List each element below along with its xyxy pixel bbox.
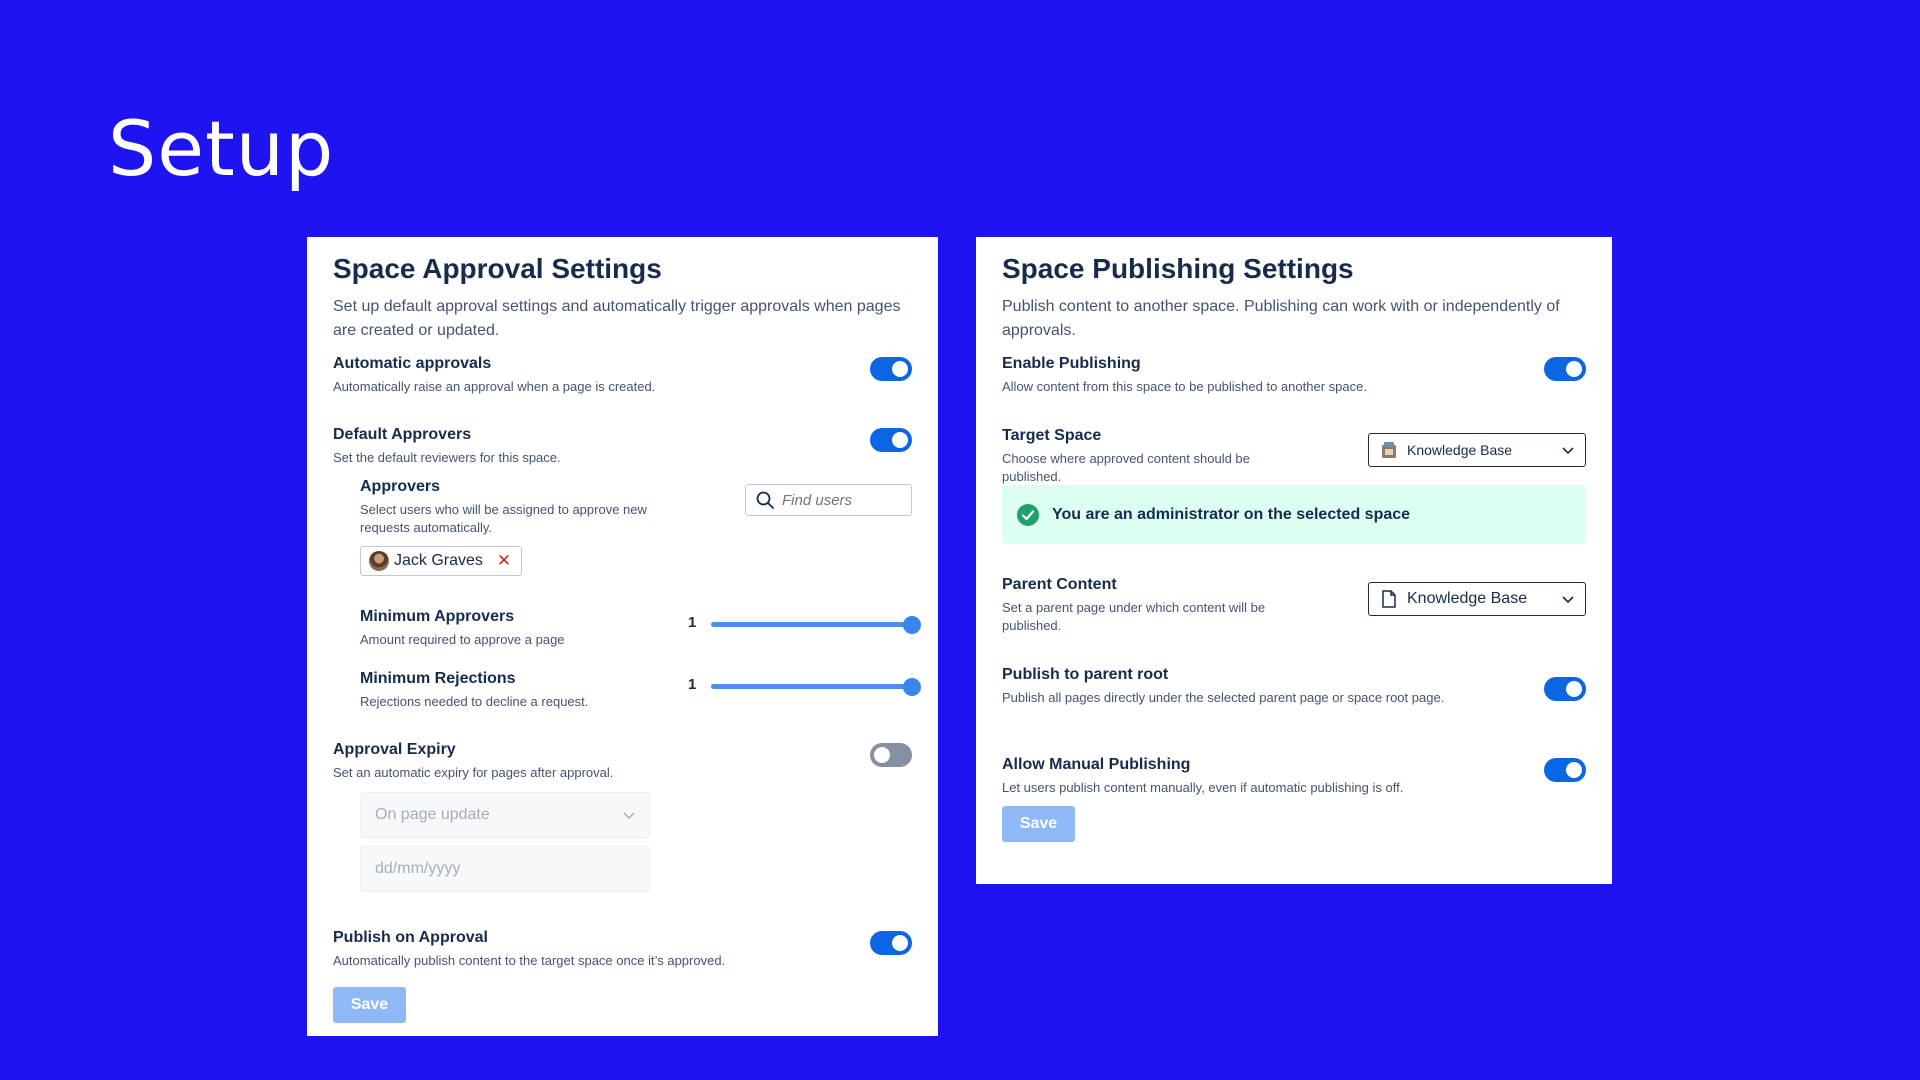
approval-expiry-label: Approval Expiry [333,741,456,758]
slider-thumb[interactable] [903,616,921,634]
approvers-row: Approvers Select users who will be assig… [360,476,912,546]
minimum-rejections-slider[interactable]: 1 [688,676,921,696]
find-users-search[interactable] [745,484,912,516]
parent-content-sub: Set a parent page under which content wi… [1002,600,1266,633]
minimum-approvers-slider[interactable]: 1 [688,614,921,634]
approval-expiry-toggle[interactable] [870,743,912,767]
default-approvers-label: Default Approvers [333,426,472,443]
approval-expiry-row: Approval Expiry Set an automatic expiry … [333,739,912,792]
slider-fill [711,684,912,689]
approver-chip: Jack Graves ✕ [360,546,523,576]
admin-success-message: You are an administrator on the selected… [1052,505,1411,523]
enable-publishing-label: Enable Publishing [1002,355,1141,372]
default-approvers-toggle[interactable] [870,428,912,452]
parent-content-select[interactable]: Knowledge Base [1368,582,1586,616]
minimum-approvers-row: Minimum Approvers Amount required to app… [360,606,921,668]
publish-root-row: Publish to parent root Publish all pages… [1002,664,1586,754]
parent-content-value: Knowledge Base [1407,590,1528,607]
target-space-select[interactable]: Knowledge Base [1368,433,1586,467]
expiry-date-field[interactable]: dd/mm/yyyy [360,846,650,892]
target-space-row: Target Space Choose where approved conte… [1002,425,1586,485]
check-circle-icon [1017,503,1039,526]
page-icon [1382,590,1396,608]
approvers-sub: Select users who will be assigned to app… [360,502,647,535]
expiry-date-placeholder: dd/mm/yyyy [375,860,461,877]
default-approvers-sub: Set the default reviewers for this space… [333,450,561,465]
chevron-down-icon [1562,596,1574,604]
target-space-value: Knowledge Base [1407,442,1513,458]
publish-root-toggle[interactable] [1544,677,1586,701]
automatic-approvals-sub: Automatically raise an approval when a p… [333,379,656,394]
publishing-settings-description: Publish content to another space. Publis… [1002,298,1560,339]
approval-settings-panel: Space Approval Settings Set up default a… [307,237,938,1036]
automatic-approvals-label: Automatic approvals [333,355,492,372]
minimum-approvers-value: 1 [688,614,697,631]
publish-on-approval-toggle[interactable] [870,931,912,955]
space-icon [1382,442,1396,458]
remove-approver-icon[interactable]: ✕ [497,551,511,571]
minimum-rejections-value: 1 [688,676,697,693]
target-space-sub: Choose where approved content should be … [1002,451,1250,484]
selected-approvers: Jack Graves ✕ [360,546,912,606]
slider-fill [711,622,912,627]
chevron-down-icon [623,812,635,820]
publishing-settings-title: Space Publishing Settings [1002,253,1354,284]
approval-settings-description: Set up default approval settings and aut… [333,298,901,339]
publish-on-approval-label: Publish on Approval [333,929,488,946]
enable-publishing-sub: Allow content from this space to be publ… [1002,379,1367,394]
manual-publishing-row: Allow Manual Publishing Let users publis… [1002,754,1586,806]
publishing-save-button[interactable]: Save [1002,806,1075,842]
publish-root-label: Publish to parent root [1002,666,1169,683]
approver-name: Jack Graves [394,552,483,569]
publish-root-sub: Publish all pages directly under the sel… [1002,690,1445,705]
minimum-rejections-row: Minimum Rejections Rejections needed to … [360,668,921,739]
expiry-options: On page update dd/mm/yyyy [360,792,912,892]
publishing-settings-panel: Space Publishing Settings Publish conten… [976,237,1612,884]
find-users-input[interactable] [782,491,902,509]
manual-publishing-label: Allow Manual Publishing [1002,756,1191,773]
admin-success-banner: You are an administrator on the selected… [1002,485,1586,544]
expiry-trigger-value: On page update [375,806,490,823]
automatic-approvals-row: Automatic approvals Automatically raise … [333,353,912,424]
slider-track [711,616,921,634]
publish-on-approval-sub: Automatically publish content to the tar… [333,953,726,968]
page-title: Setup [108,104,335,193]
approval-settings-title: Space Approval Settings [333,253,662,284]
chevron-down-icon [1562,447,1574,455]
parent-content-row: Parent Content Set a parent page under w… [1002,574,1586,664]
enable-publishing-row: Enable Publishing Allow content from thi… [1002,353,1586,425]
expiry-trigger-select[interactable]: On page update [360,792,650,838]
approval-save-button[interactable]: Save [333,987,406,1023]
manual-publishing-sub: Let users publish content manually, even… [1002,780,1404,795]
default-approvers-row: Default Approvers Set the default review… [333,424,912,476]
search-icon [756,491,774,509]
slider-thumb[interactable] [903,678,921,696]
automatic-approvals-toggle[interactable] [870,357,912,381]
approval-expiry-sub: Set an automatic expiry for pages after … [333,765,614,780]
publish-on-approval-row: Publish on Approval Automatically publis… [333,927,912,987]
avatar [369,551,389,571]
manual-publishing-toggle[interactable] [1544,758,1586,782]
enable-publishing-toggle[interactable] [1544,357,1586,381]
slider-track [711,678,921,696]
